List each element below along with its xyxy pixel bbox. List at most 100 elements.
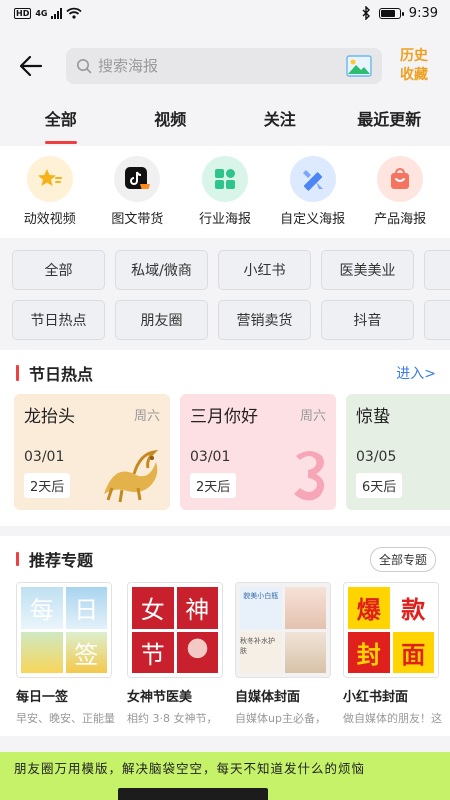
back-button[interactable] [16,51,46,81]
status-left: HD 4G [14,7,83,19]
festival-countdown: 2天后 [190,473,237,498]
chip-partial[interactable]: 沙 [424,300,450,340]
festival-section: 节日热点 进入> 龙抬头 周六 03/01 2天后 三月你好 周六 03/01 [0,350,450,526]
festival-weekday: 周六 [133,409,160,424]
search-box[interactable] [66,48,382,84]
hd-indicator: HD [14,7,32,19]
thumb-char [176,631,218,673]
dragon-illustration [104,449,159,503]
topic-thumbnail: 貌美小白瓶 秋冬补水护肤 [235,582,331,678]
thumb-char: 封 [348,631,390,673]
festival-cards: 龙抬头 周六 03/01 2天后 三月你好 周六 03/01 2天后 惊蛰 03… [0,388,450,510]
thumb-char [284,631,326,673]
recommend-section: 推荐专题 全部专题 每 日 签 每日一签 早安、晚安、正能量 女 神 节 女神节… [0,536,450,736]
category-label: 自定义海报 [280,212,346,227]
promo-banner[interactable]: 朋友圈万用模版，解决脑袋空空，每天不知道发什么的烦恼 [0,752,450,800]
history-favorites-button[interactable]: 历史 收藏 [396,47,432,85]
category-custom-poster[interactable]: 自定义海报 [273,156,353,238]
topic-card[interactable]: 女 神 节 女神节医美 相约 3·8 女神节， [127,582,223,726]
app-page: HD 4G 9:39 搜索海报 历史 收藏 全部 视频 关注 最近更新 动效视频… [0,0,450,800]
battery-icon [378,7,404,19]
chip-xiaohongshu[interactable]: 小红书 [218,250,311,290]
festival-title: 节日热点 [16,361,93,385]
category-product-promo[interactable]: 图文带货 [97,156,177,238]
thumb-char: 节 [132,631,174,673]
chip-holiday-hotspot[interactable]: 节日热点 [12,300,105,340]
tab-recent-updates[interactable]: 最近更新 [335,106,445,142]
pencil-ruler-icon [289,156,336,202]
thumb-char: 面 [392,631,434,673]
thumb-char: 秋冬补水护肤 [240,631,282,673]
search-input[interactable] [98,57,340,75]
category-label: 行业海报 [198,212,251,227]
tab-video[interactable]: 视频 [116,106,226,142]
topic-subtitle: 做自媒体的朋友！这 [343,712,442,725]
banner-preview-strip [118,788,268,800]
topic-title: 每日一签 [16,690,69,705]
thumb-char: 日 [65,587,107,629]
thumb-char [284,587,326,629]
status-time: 9:39 [408,5,438,21]
chip-partial[interactable]: 形 [424,250,450,290]
image-search-icon[interactable] [346,55,372,77]
shopping-bag-icon [377,156,424,202]
search-icon [77,59,92,74]
chip-medical-beauty[interactable]: 医美美业 [321,250,414,290]
tab-all[interactable]: 全部 [6,106,116,144]
topic-card[interactable]: 貌美小白瓶 秋冬补水护肤 自媒体封面 自媒体up主必备， [235,582,331,726]
category-product-poster[interactable]: 产品海报 [360,156,440,238]
topic-thumbnail: 爆 款 封 面 [343,582,439,678]
topic-subtitle: 自媒体up主必备， [235,712,326,725]
festival-header: 节日热点 进入> [0,358,450,388]
recommend-header: 推荐专题 全部专题 [0,544,450,574]
chip-douyin[interactable]: 抖音 [321,300,414,340]
thumb-char: 貌美小白瓶 [240,587,282,629]
all-topics-button[interactable]: 全部专题 [369,546,436,572]
recommend-cards: 每 日 签 每日一签 早安、晚安、正能量 女 神 节 女神节医美 相约 3·8 … [0,574,450,726]
topic-title: 女神节医美 [127,690,193,705]
thumb-char [21,631,63,673]
thumb-char: 爆 [348,587,390,629]
festival-date: 03/05 [356,449,397,465]
wifi-icon [66,7,83,19]
topic-thumbnail: 每 日 签 [16,582,112,678]
bluetooth-icon [362,6,370,20]
chip-private-domain[interactable]: 私域/微商 [115,250,208,290]
status-right: 9:39 [361,6,438,21]
topic-subtitle: 早安、晚安、正能量 [16,712,115,725]
network-type: 4G [35,8,48,18]
thumb-char: 女 [132,587,174,629]
topic-card[interactable]: 爆 款 封 面 小红书封面 做自媒体的朋友！这 [343,582,442,726]
status-bar: HD 4G 9:39 [0,0,450,26]
festival-countdown: 6天后 [356,473,403,498]
festival-card[interactable]: 惊蛰 03/05 6天后 [346,394,450,510]
chip-marketing-sales[interactable]: 营销卖货 [218,300,311,340]
festival-countdown: 2天后 [24,473,71,498]
category-label: 产品海报 [374,212,427,227]
festival-card[interactable]: 龙抬头 周六 03/01 2天后 [14,394,170,510]
chip-all[interactable]: 全部 [12,250,105,290]
topic-title: 自媒体封面 [235,690,301,705]
festival-enter-link[interactable]: 进入> [396,363,436,383]
topic-thumbnail: 女 神 节 [127,582,223,678]
category-animated-video[interactable]: 动效视频 [10,156,90,238]
banner-text: 朋友圈万用模版，解决脑袋空空，每天不知道发什么的烦恼 [14,761,366,776]
thumb-char: 神 [176,587,218,629]
chip-moments[interactable]: 朋友圈 [115,300,208,340]
festival-card[interactable]: 三月你好 周六 03/01 2天后 [180,394,336,510]
thumb-char: 款 [392,587,434,629]
grid-icon [201,156,248,202]
number-three-illustration [294,451,325,501]
category-label: 动效视频 [23,212,76,227]
tiktok-cart-icon [114,156,161,202]
topic-title: 小红书封面 [343,690,409,705]
favorites-label: 收藏 [400,67,428,83]
tab-following[interactable]: 关注 [225,106,335,142]
signal-icon [51,7,63,19]
arrow-left-icon [19,55,43,77]
history-label: 历史 [400,48,428,64]
category-industry-poster[interactable]: 行业海报 [185,156,265,238]
chip-row: 全部 私域/微商 小红书 医美美业 形 [12,250,450,290]
topic-card[interactable]: 每 日 签 每日一签 早安、晚安、正能量 [16,582,115,726]
recommend-title: 推荐专题 [16,547,93,571]
